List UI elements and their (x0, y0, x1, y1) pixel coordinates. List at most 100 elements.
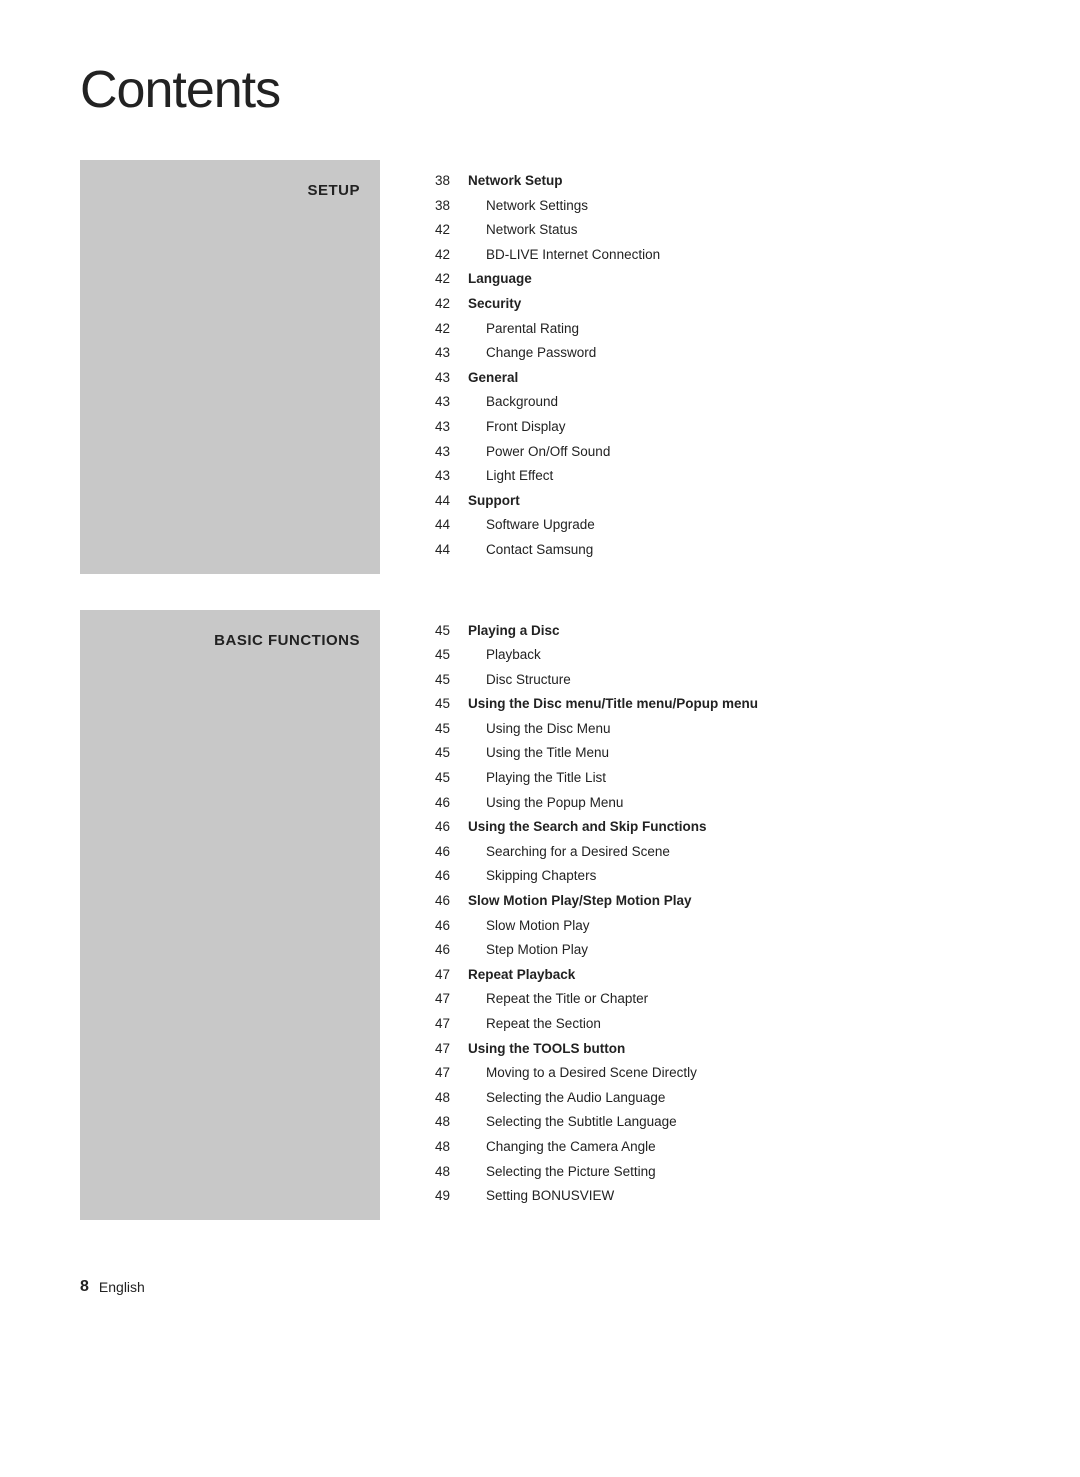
toc-title: BD-LIVE Internet Connection (468, 244, 660, 266)
toc-page-number: 43 (410, 367, 450, 389)
toc-page-number: 45 (410, 620, 450, 642)
toc-page-number: 45 (410, 742, 450, 764)
toc-title: Slow Motion Play (468, 915, 590, 937)
toc-page-number: 42 (410, 244, 450, 266)
toc-title: Using the Search and Skip Functions (468, 816, 707, 838)
toc-row: 43 Background (410, 391, 1000, 413)
toc-title: Using the Disc Menu (468, 718, 611, 740)
toc-row: 46 Using the Search and Skip Functions (410, 816, 1000, 838)
toc-title: Contact Samsung (468, 539, 593, 561)
toc-title: Light Effect (468, 465, 553, 487)
toc-row: 44Contact Samsung (410, 539, 1000, 561)
section-label-col-setup: SETUP (80, 160, 380, 574)
section-label-basic-functions: BASIC FUNCTIONS (214, 628, 360, 649)
toc-row: 47 Repeat the Section (410, 1013, 1000, 1035)
toc-title: Network Settings (468, 195, 588, 217)
toc-row: 49Setting BONUSVIEW (410, 1185, 1000, 1207)
section-basic-functions: BASIC FUNCTIONS 45 Playing a Disc45Playbac… (80, 610, 1000, 1220)
toc-row: 43 Light Effect (410, 465, 1000, 487)
toc-title: Network Status (468, 219, 578, 241)
toc-page-number: 46 (410, 939, 450, 961)
toc-page-number: 43 (410, 441, 450, 463)
toc-title: Using the TOOLS button (468, 1038, 625, 1060)
toc-title: Repeat the Section (468, 1013, 601, 1035)
toc-row: 48Selecting the Picture Setting (410, 1161, 1000, 1183)
toc-title: General (468, 367, 518, 389)
toc-title: Software Upgrade (468, 514, 595, 536)
toc-page-number: 43 (410, 465, 450, 487)
toc-title: Playing the Title List (468, 767, 606, 789)
toc-row: 46Using the Popup Menu (410, 792, 1000, 814)
toc-page-number: 46 (410, 890, 450, 912)
toc-page-number: 42 (410, 293, 450, 315)
toc-row: 45 Using the Disc Menu (410, 718, 1000, 740)
toc-page-number: 47 (410, 964, 450, 986)
toc-page-number: 46 (410, 841, 450, 863)
toc-row: 42 BD-LIVE Internet Connection (410, 244, 1000, 266)
toc-row: 42 Security (410, 293, 1000, 315)
toc-page-number: 43 (410, 391, 450, 413)
toc-title: Selecting the Subtitle Language (468, 1111, 677, 1133)
toc-row: 45Playing the Title List (410, 767, 1000, 789)
toc-row: 43 General (410, 367, 1000, 389)
toc-title: Playing a Disc (468, 620, 560, 642)
toc-title: Language (468, 268, 532, 290)
toc-title: Disc Structure (468, 669, 571, 691)
toc-row: 48 Selecting the Subtitle Language (410, 1111, 1000, 1133)
toc-page-number: 45 (410, 644, 450, 666)
toc-page-number: 45 (410, 718, 450, 740)
toc-row: 47Using the TOOLS button (410, 1038, 1000, 1060)
toc-page-number: 46 (410, 865, 450, 887)
toc-title: Searching for a Desired Scene (468, 841, 670, 863)
toc-page-number: 44 (410, 514, 450, 536)
toc-row: 42 Language (410, 268, 1000, 290)
toc-title: Using the Disc menu/Title menu/Popup men… (468, 693, 758, 715)
toc-page-number: 45 (410, 669, 450, 691)
footer: 8 English (80, 1268, 1000, 1296)
toc-page-number: 42 (410, 219, 450, 241)
toc-page-number: 43 (410, 416, 450, 438)
toc-row: 48Changing the Camera Angle (410, 1136, 1000, 1158)
section-setup: SETUP38Network Setup38Network Settings42… (80, 160, 1000, 574)
toc-title: Power On/Off Sound (468, 441, 610, 463)
toc-page-number: 43 (410, 342, 450, 364)
toc-title: Changing the Camera Angle (468, 1136, 656, 1158)
toc-page-number: 46 (410, 792, 450, 814)
toc-row: 46Slow Motion Play/Step Motion Play (410, 890, 1000, 912)
toc-page-number: 47 (410, 988, 450, 1010)
toc-row: 43 Front Display (410, 416, 1000, 438)
toc-row: 38Network Settings (410, 195, 1000, 217)
toc-page-number: 48 (410, 1111, 450, 1133)
footer-page-number: 8 (80, 1278, 89, 1296)
toc-page-number: 47 (410, 1062, 450, 1084)
toc-title: Repeat the Title or Chapter (468, 988, 648, 1010)
section-label-col-basic-functions: BASIC FUNCTIONS (80, 610, 380, 1220)
toc-page-number: 46 (410, 816, 450, 838)
toc-page-number: 46 (410, 915, 450, 937)
toc-title: Parental Rating (468, 318, 579, 340)
toc-row: 45Using the Disc menu/Title menu/Popup m… (410, 693, 1000, 715)
toc-row: 45Playback (410, 644, 1000, 666)
toc-page-number: 49 (410, 1185, 450, 1207)
toc-title: Background (468, 391, 558, 413)
toc-page-number: 47 (410, 1013, 450, 1035)
toc-title: Front Display (468, 416, 566, 438)
toc-title: Using the Title Menu (468, 742, 609, 764)
toc-row: 47Repeat Playback (410, 964, 1000, 986)
toc-title: Security (468, 293, 521, 315)
toc-page-number: 42 (410, 268, 450, 290)
footer-language: English (99, 1279, 145, 1295)
toc-row: 45 Using the Title Menu (410, 742, 1000, 764)
toc-page-number: 48 (410, 1087, 450, 1109)
toc-row: 44 Software Upgrade (410, 514, 1000, 536)
page-title: Contents (80, 60, 1000, 120)
toc-row: 46Step Motion Play (410, 939, 1000, 961)
toc-title: Moving to a Desired Scene Directly (468, 1062, 697, 1084)
toc-page-number: 38 (410, 170, 450, 192)
toc-row: 46 Searching for a Desired Scene (410, 841, 1000, 863)
toc-title: Support (468, 490, 520, 512)
toc-title: Change Password (468, 342, 596, 364)
toc-row: 46 Slow Motion Play (410, 915, 1000, 937)
toc-row: 48Selecting the Audio Language (410, 1087, 1000, 1109)
toc-title: Network Setup (468, 170, 563, 192)
